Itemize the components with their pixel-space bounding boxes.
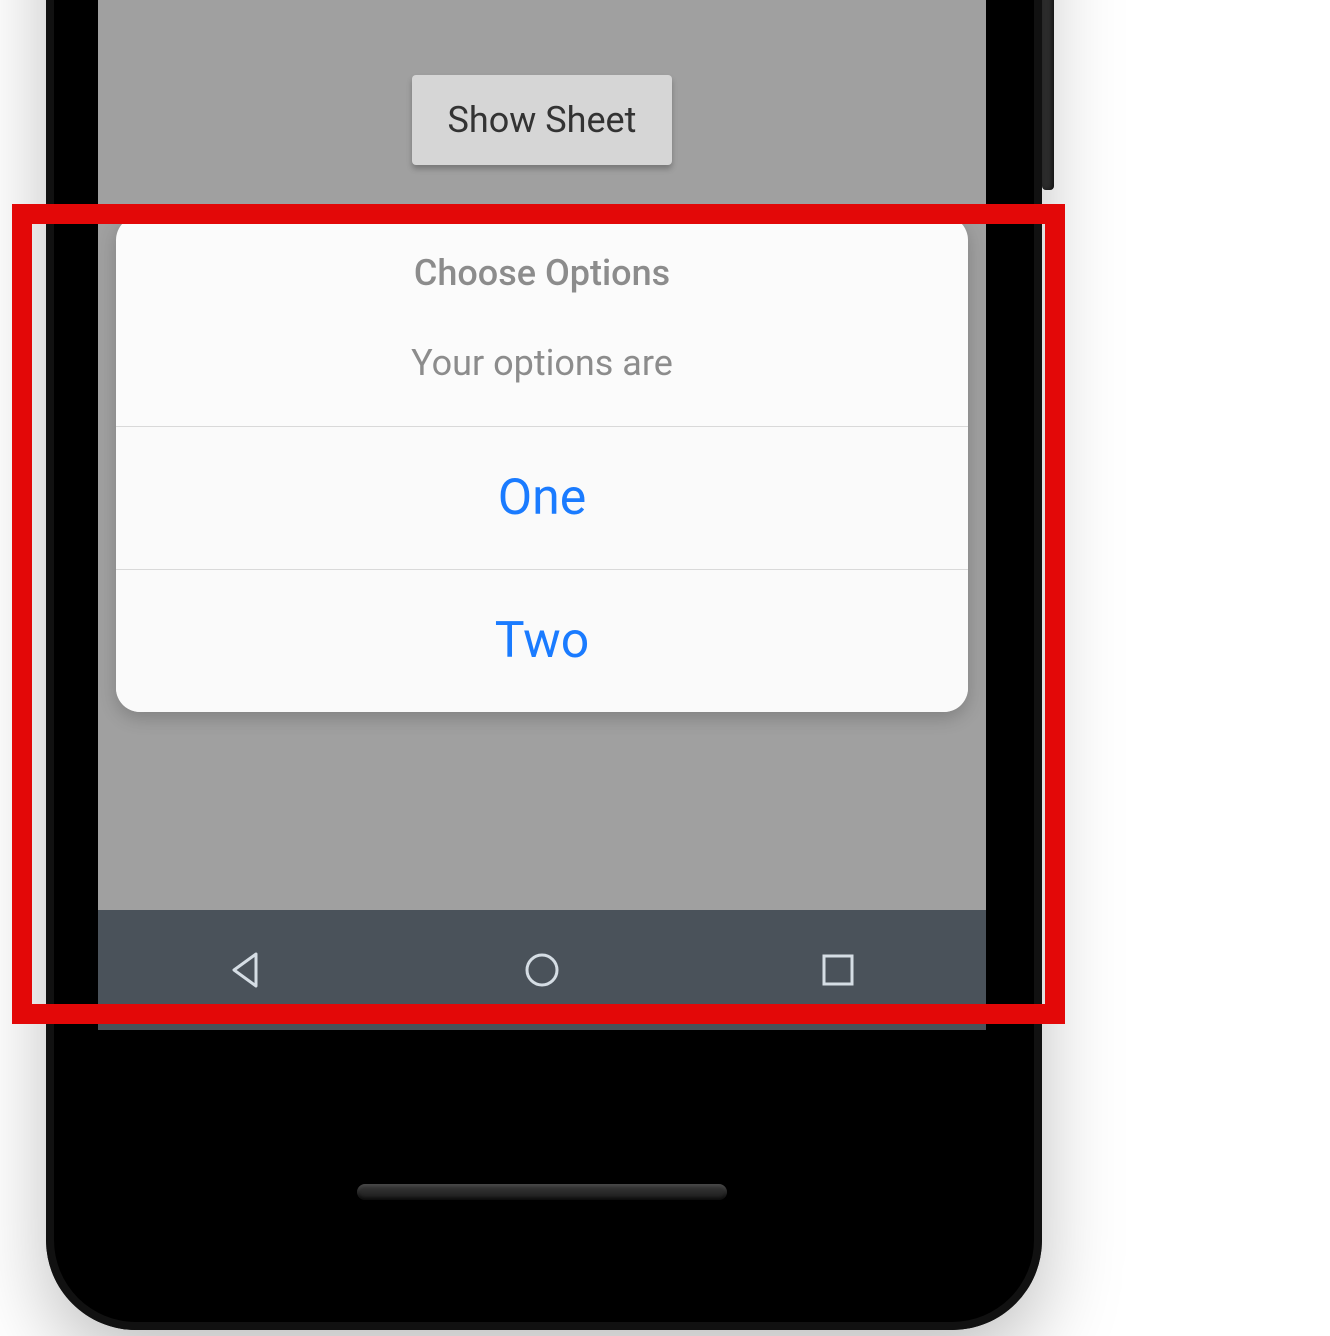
app-overlay: Show Sheet Choose Options Your options a…: [98, 0, 986, 1030]
phone-side-button: [1042, 0, 1054, 190]
recent-square-icon[interactable]: [818, 950, 858, 990]
phone-speaker: [357, 1184, 727, 1200]
action-sheet-option-one[interactable]: One: [116, 426, 968, 569]
android-navbar: [98, 910, 986, 1030]
show-sheet-label: Show Sheet: [448, 99, 637, 141]
action-sheet-header: Choose Options Your options are: [116, 216, 968, 426]
action-sheet-subtitle: Your options are: [136, 342, 948, 384]
home-circle-icon[interactable]: [522, 950, 562, 990]
action-sheet-option-two[interactable]: Two: [116, 569, 968, 712]
action-sheet: Choose Options Your options are One Two: [116, 216, 968, 712]
show-sheet-button[interactable]: Show Sheet: [412, 75, 672, 165]
back-triangle-icon[interactable]: [226, 950, 266, 990]
action-sheet-title: Choose Options: [136, 252, 948, 294]
phone-screen: Show Sheet Choose Options Your options a…: [98, 0, 986, 1030]
